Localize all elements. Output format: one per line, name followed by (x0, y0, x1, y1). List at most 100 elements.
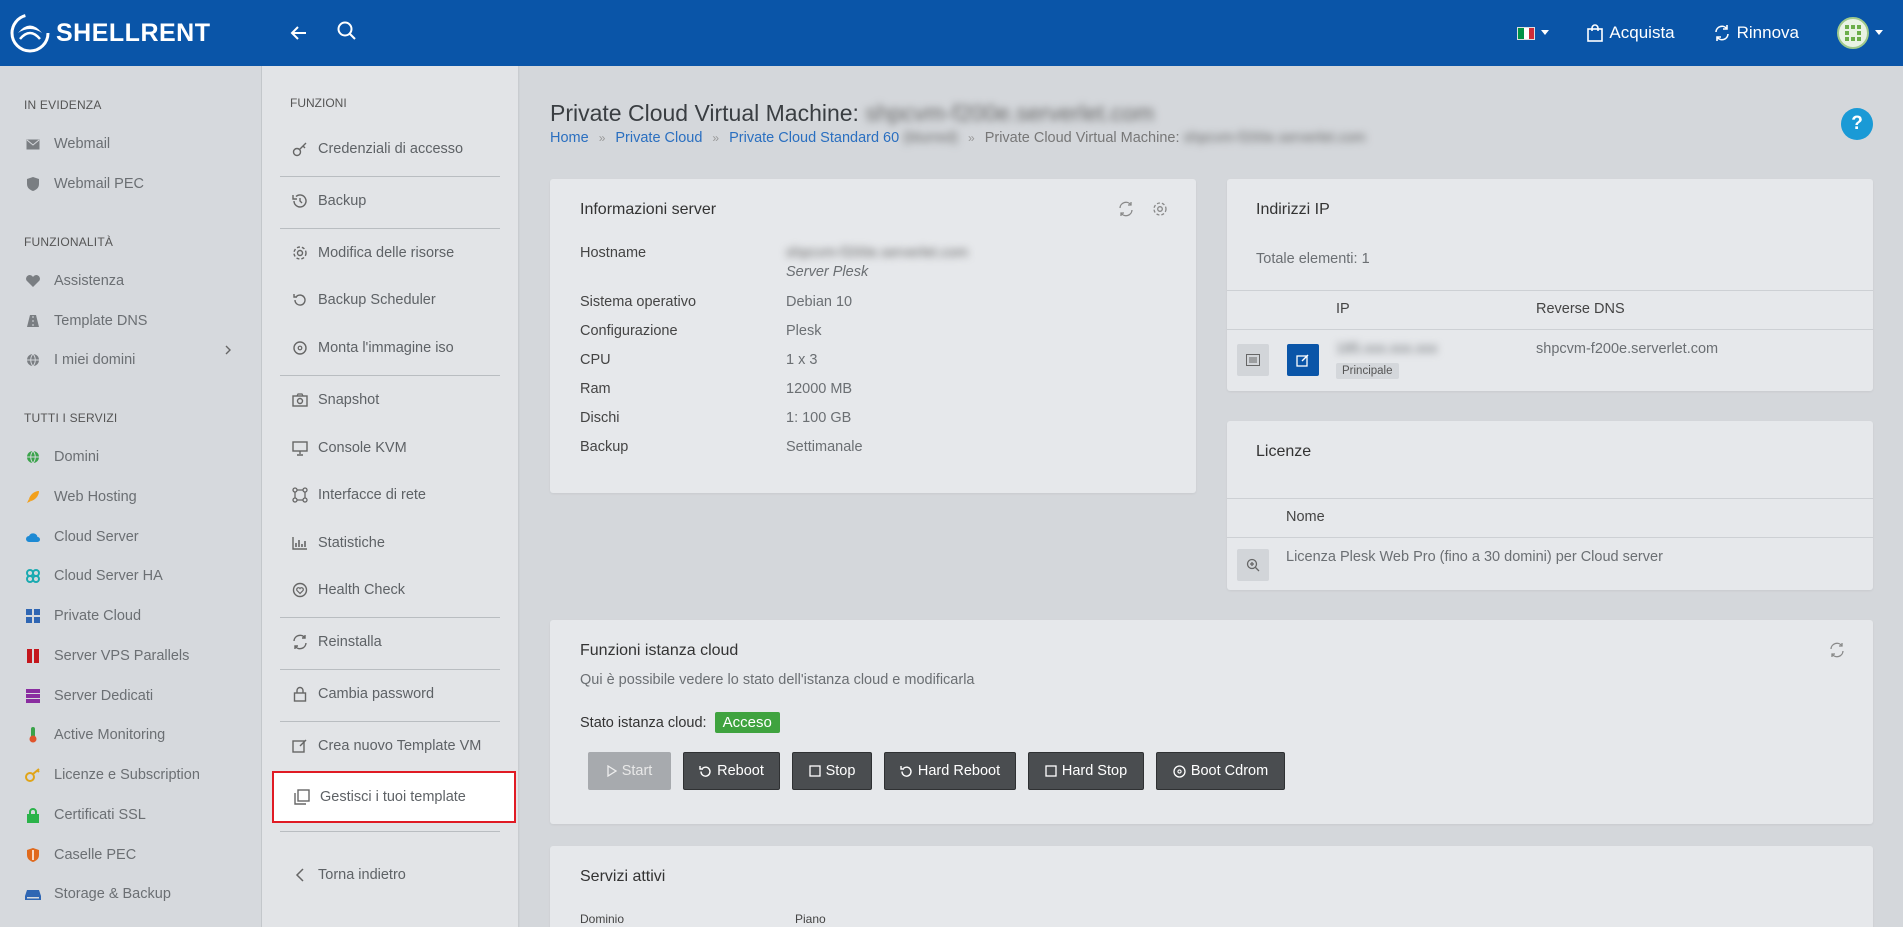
breadcrumb-current-hidden: shpcvm-f200e.serverlet.com (1183, 130, 1366, 146)
sidebar-item-assistance[interactable]: Assistenza (24, 269, 124, 293)
functions-sidebar: FUNZIONI Credenziali di accesso Backup M… (262, 66, 519, 927)
function-label: Torna indietro (318, 867, 406, 883)
renew-label: Rinnova (1736, 23, 1799, 42)
sidebar-item-vps-parallels[interactable]: Server VPS Parallels (24, 644, 189, 668)
buy-button[interactable]: Acquista (1587, 23, 1675, 43)
sidebar-item-label: Cloud Server HA (54, 568, 163, 584)
sidebar-item-domains[interactable]: Domini (24, 445, 99, 469)
function-console-kvm[interactable]: Console KVM (280, 429, 500, 467)
sidebar-item-label: Webmail PEC (54, 176, 144, 192)
function-statistics[interactable]: Statistiche (280, 524, 500, 562)
sidebar-item-webmail-pec[interactable]: Webmail PEC (24, 172, 144, 196)
hard-stop-button[interactable]: Hard Stop (1028, 752, 1144, 790)
function-modify-resources[interactable]: Modifica delle risorse (280, 234, 500, 272)
chevron-right-icon[interactable] (224, 345, 232, 355)
hard-reboot-button[interactable]: Hard Reboot (884, 752, 1016, 790)
cloud-functions-title: Funzioni istanza cloud (580, 642, 739, 659)
sidebar-item-cloud-server-ha[interactable]: Cloud Server HA (24, 564, 163, 588)
gear-icon (292, 245, 308, 261)
info-hostname-value: shpcvm-f200e.serverlet.com Server Plesk (786, 245, 968, 280)
info-value: Settimanale (786, 439, 863, 455)
sidebar-item-active-monitoring[interactable]: Active Monitoring (24, 723, 165, 747)
help-button[interactable]: ? (1841, 108, 1873, 140)
licenses-card: Licenze Nome Licenza Plesk Web Pro (fino… (1227, 421, 1873, 590)
list-button[interactable] (1237, 344, 1269, 376)
play-icon (607, 765, 617, 777)
table-divider (1227, 329, 1873, 330)
ip-card-title: Indirizzi IP (1256, 201, 1330, 218)
boot-cdrom-button[interactable]: Boot Cdrom (1156, 752, 1285, 790)
language-selector[interactable] (1517, 26, 1550, 40)
breadcrumb-standard-hidden: (blurred) (903, 130, 959, 146)
sidebar-item-storage-backup[interactable]: Storage & Backup (24, 882, 171, 906)
renew-button[interactable]: Rinnova (1713, 23, 1799, 43)
shield-icon (24, 175, 42, 193)
breadcrumb-separator: » (598, 131, 606, 145)
function-label: Snapshot (318, 392, 380, 408)
function-change-password[interactable]: Cambia password (280, 675, 500, 713)
sidebar-item-dedicated-servers[interactable]: Server Dedicati (24, 684, 153, 708)
breadcrumb-standard[interactable]: Private Cloud Standard 60 (blurred) (729, 130, 958, 146)
search-icon[interactable] (334, 18, 360, 44)
license-detail-button[interactable] (1237, 549, 1269, 581)
function-snapshot[interactable]: Snapshot (280, 381, 500, 419)
key-icon (292, 141, 308, 157)
server-info-card: Informazioni server Hostname shpcvm-f200… (550, 179, 1196, 493)
function-mount-iso[interactable]: Monta l'immagine iso (280, 329, 500, 367)
breadcrumb-private-cloud[interactable]: Private Cloud (615, 130, 702, 146)
stop-label: Stop (825, 763, 856, 779)
stop-button[interactable]: Stop (792, 752, 872, 790)
function-health-check[interactable]: Health Check (280, 571, 500, 609)
back-arrow-icon[interactable] (286, 20, 312, 46)
sidebar-item-pec[interactable]: Caselle PEC (24, 843, 136, 867)
page-title: Private Cloud Virtual Machine: shpcvm-f2… (550, 100, 1154, 127)
info-key: Sistema operativo (580, 294, 697, 310)
edit-ip-button[interactable] (1287, 344, 1319, 376)
refresh-icon (1714, 25, 1729, 41)
function-backup[interactable]: Backup (280, 182, 500, 220)
sidebar-item-private-cloud[interactable]: Private Cloud (24, 604, 141, 628)
function-create-template[interactable]: Crea nuovo Template VM (280, 727, 500, 765)
sidebar-item-label: Cloud Server (54, 529, 139, 545)
function-network-interfaces[interactable]: Interfacce di rete (280, 476, 500, 514)
lock-icon (292, 686, 308, 702)
gear-icon[interactable] (1152, 201, 1168, 217)
globe-icon (24, 351, 42, 369)
sidebar-item-web-hosting[interactable]: Web Hosting (24, 485, 137, 509)
reboot-button[interactable]: Reboot (683, 752, 780, 790)
plan-column-header: Piano (795, 912, 826, 926)
function-manage-templates[interactable]: Gestisci i tuoi template (272, 771, 516, 823)
key-icon (24, 766, 42, 784)
function-label: Reinstalla (318, 634, 382, 650)
start-button[interactable]: Start (588, 752, 671, 790)
function-backup-scheduler[interactable]: Backup Scheduler (280, 281, 500, 319)
italy-flag-icon (1517, 26, 1536, 40)
breadcrumb-home[interactable]: Home (550, 130, 589, 146)
hard-reboot-label: Hard Reboot (917, 763, 1001, 779)
function-label: Interfacce di rete (318, 487, 426, 503)
cloud-functions-card: Funzioni istanza cloud Qui è possibile v… (550, 620, 1873, 824)
logo[interactable]: SHELLRENT (10, 10, 211, 56)
sidebar-item-dns-template[interactable]: Template DNS (24, 309, 147, 333)
buy-label: Acquista (1609, 23, 1675, 42)
sidebar-item-webmail[interactable]: Webmail (24, 132, 110, 156)
divider (280, 375, 500, 376)
edit-icon (1296, 354, 1309, 367)
function-credentials[interactable]: Credenziali di accesso (280, 130, 500, 168)
sidebar-item-licenses[interactable]: Licenze e Subscription (24, 763, 200, 787)
function-label: Backup (318, 193, 367, 209)
refresh-icon[interactable] (1118, 201, 1134, 217)
sidebar-item-my-domains[interactable]: I miei domini (24, 348, 135, 372)
table-divider (1227, 498, 1873, 499)
sidebar-item-cloud-server[interactable]: Cloud Server (24, 525, 139, 549)
sidebar-item-ssl[interactable]: Certificati SSL (24, 803, 146, 827)
status-badge: Acceso (714, 712, 780, 733)
parallels-icon (24, 647, 42, 665)
user-menu[interactable] (1837, 17, 1883, 49)
function-go-back[interactable]: Torna indietro (280, 856, 500, 894)
hostname-sub: Server Plesk (786, 264, 869, 280)
function-reinstall[interactable]: Reinstalla (280, 623, 500, 661)
refresh-icon[interactable] (1829, 642, 1845, 658)
stop-icon (1045, 765, 1057, 777)
divider (280, 176, 500, 177)
